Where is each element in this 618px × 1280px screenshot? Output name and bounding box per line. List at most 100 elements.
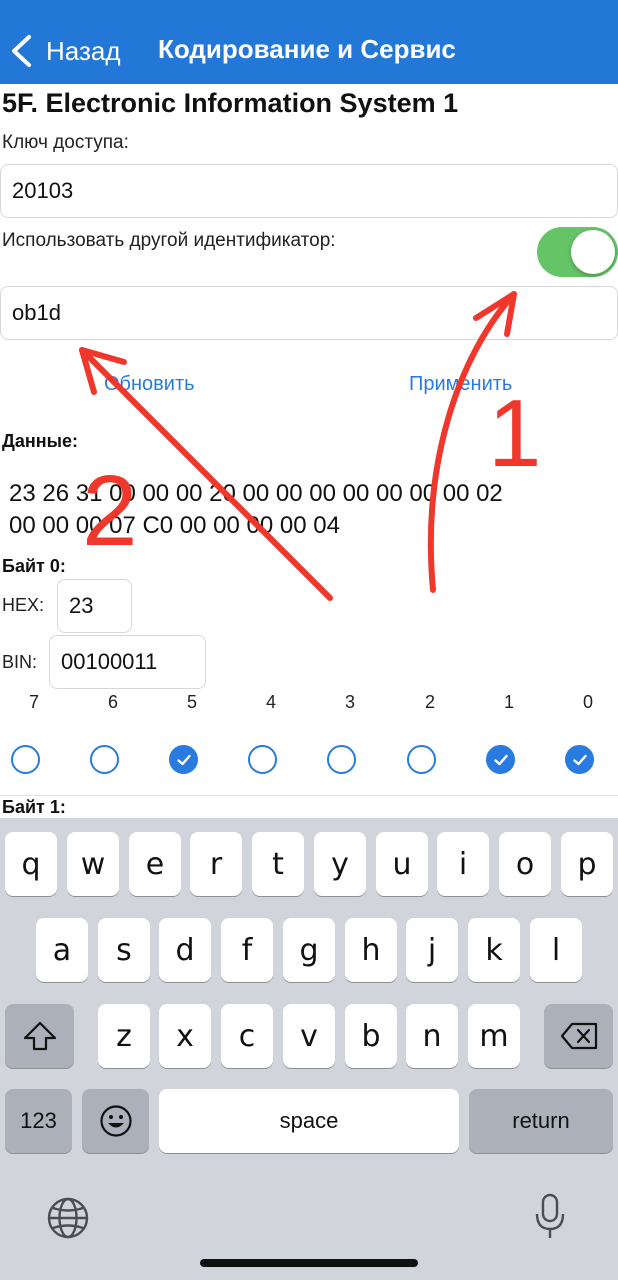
other-id-toggle[interactable] xyxy=(537,227,618,277)
key-label: r xyxy=(209,846,223,882)
toggle-knob xyxy=(571,230,615,274)
key-label: f xyxy=(241,932,253,968)
access-key-label: Ключ доступа: xyxy=(2,132,129,153)
numbers-key[interactable]: 123 xyxy=(5,1089,72,1153)
key-label: a xyxy=(52,932,72,968)
emoji-key[interactable] xyxy=(82,1089,149,1153)
key-c[interactable]: c xyxy=(221,1004,273,1068)
key-label: l xyxy=(551,932,561,968)
backspace-icon xyxy=(560,1022,597,1050)
bit7-checkbox[interactable] xyxy=(11,745,40,774)
key-label: e xyxy=(145,846,165,882)
key-h[interactable]: h xyxy=(345,918,397,982)
key-i[interactable]: i xyxy=(437,832,489,896)
key-label: o xyxy=(515,846,535,882)
key-d[interactable]: d xyxy=(159,918,211,982)
globe-icon[interactable] xyxy=(46,1196,90,1240)
key-a[interactable]: a xyxy=(36,918,88,982)
key-label: z xyxy=(116,1018,132,1054)
shift-key[interactable] xyxy=(5,1004,74,1068)
key-l[interactable]: l xyxy=(530,918,582,982)
emoji-icon xyxy=(99,1105,132,1137)
key-label: i xyxy=(458,846,468,882)
byte0-label: Байт 0: xyxy=(2,556,66,576)
bit-number: 1 xyxy=(503,692,514,712)
key-label: m xyxy=(479,1018,509,1054)
bit-number: 4 xyxy=(265,692,276,712)
other-id-input[interactable]: ob1d xyxy=(0,286,618,340)
bit1-checkbox[interactable] xyxy=(486,745,515,774)
bin-label: BIN: xyxy=(2,652,38,672)
navigation-bar: Назад Кодирование и Сервис xyxy=(0,0,618,84)
key-j[interactable]: j xyxy=(406,918,458,982)
key-p[interactable]: p xyxy=(561,832,613,896)
key-b[interactable]: b xyxy=(345,1004,397,1068)
section-title: 5F. Electronic Information System 1 xyxy=(2,88,459,118)
bit0-checkbox[interactable] xyxy=(565,745,594,774)
key-u[interactable]: u xyxy=(376,832,428,896)
bit-number: 6 xyxy=(107,692,118,712)
apply-button[interactable]: Применить xyxy=(409,373,512,396)
key-label: s xyxy=(116,932,132,968)
bit2-checkbox[interactable] xyxy=(407,745,436,774)
space-key[interactable]: space xyxy=(159,1089,459,1153)
hex-input[interactable]: 23 xyxy=(57,579,132,633)
key-n[interactable]: n xyxy=(406,1004,458,1068)
key-label: c xyxy=(238,1018,256,1054)
key-o[interactable]: o xyxy=(499,832,551,896)
page-title: Кодирование и Сервис xyxy=(158,34,456,64)
bit4-checkbox[interactable] xyxy=(248,745,277,774)
key-label: k xyxy=(485,932,503,968)
key-label: u xyxy=(392,846,412,882)
bit3-checkbox[interactable] xyxy=(327,745,356,774)
key-label: y xyxy=(331,846,349,882)
key-s[interactable]: s xyxy=(98,918,150,982)
backspace-key[interactable] xyxy=(544,1004,613,1068)
checkmark-icon xyxy=(493,754,508,765)
key-m[interactable]: m xyxy=(468,1004,520,1068)
bit-number: 0 xyxy=(582,692,593,712)
key-label: space xyxy=(279,1108,339,1133)
key-q[interactable]: q xyxy=(5,832,57,896)
key-z[interactable]: z xyxy=(98,1004,150,1068)
key-label: n xyxy=(422,1018,442,1054)
key-x[interactable]: x xyxy=(159,1004,211,1068)
data-line-1: 23 26 31 00 00 00 20 00 00 00 00 00 00 0… xyxy=(9,480,503,507)
microphone-icon[interactable] xyxy=(532,1192,568,1242)
refresh-button[interactable]: Обновить xyxy=(104,373,195,396)
key-label: p xyxy=(577,846,597,882)
key-label: 123 xyxy=(20,1108,57,1133)
return-key[interactable]: return xyxy=(469,1089,613,1153)
access-key-input[interactable]: 20103 xyxy=(0,164,618,218)
bin-input[interactable]: 00100011 xyxy=(49,635,206,689)
data-label: Данные: xyxy=(2,431,78,451)
bit5-checkbox[interactable] xyxy=(169,745,198,774)
key-e[interactable]: e xyxy=(129,832,181,896)
key-label: h xyxy=(361,932,381,968)
shift-icon xyxy=(23,1021,56,1051)
key-label: t xyxy=(272,846,284,882)
key-label: q xyxy=(21,846,41,882)
back-button-label: Назад xyxy=(46,35,121,66)
back-button[interactable]: Назад xyxy=(10,26,121,76)
key-r[interactable]: r xyxy=(190,832,242,896)
checkmark-icon xyxy=(176,754,191,765)
bit-number: 2 xyxy=(424,692,435,712)
key-v[interactable]: v xyxy=(283,1004,335,1068)
bit6-checkbox[interactable] xyxy=(90,745,119,774)
key-y[interactable]: y xyxy=(314,832,366,896)
data-line-2: 00 00 00 07 C0 00 00 00 00 04 xyxy=(9,512,340,539)
bit-number: 3 xyxy=(344,692,355,712)
byte1-label: Байт 1: xyxy=(2,797,66,817)
key-label: v xyxy=(300,1018,318,1054)
key-g[interactable]: g xyxy=(283,918,335,982)
key-label: d xyxy=(175,932,195,968)
key-label: b xyxy=(361,1018,381,1054)
key-w[interactable]: w xyxy=(67,832,119,896)
key-t[interactable]: t xyxy=(252,832,304,896)
key-label: return xyxy=(512,1108,570,1133)
key-f[interactable]: f xyxy=(221,918,273,982)
checkmark-icon xyxy=(572,754,587,765)
key-label: g xyxy=(299,932,319,968)
key-k[interactable]: k xyxy=(468,918,520,982)
